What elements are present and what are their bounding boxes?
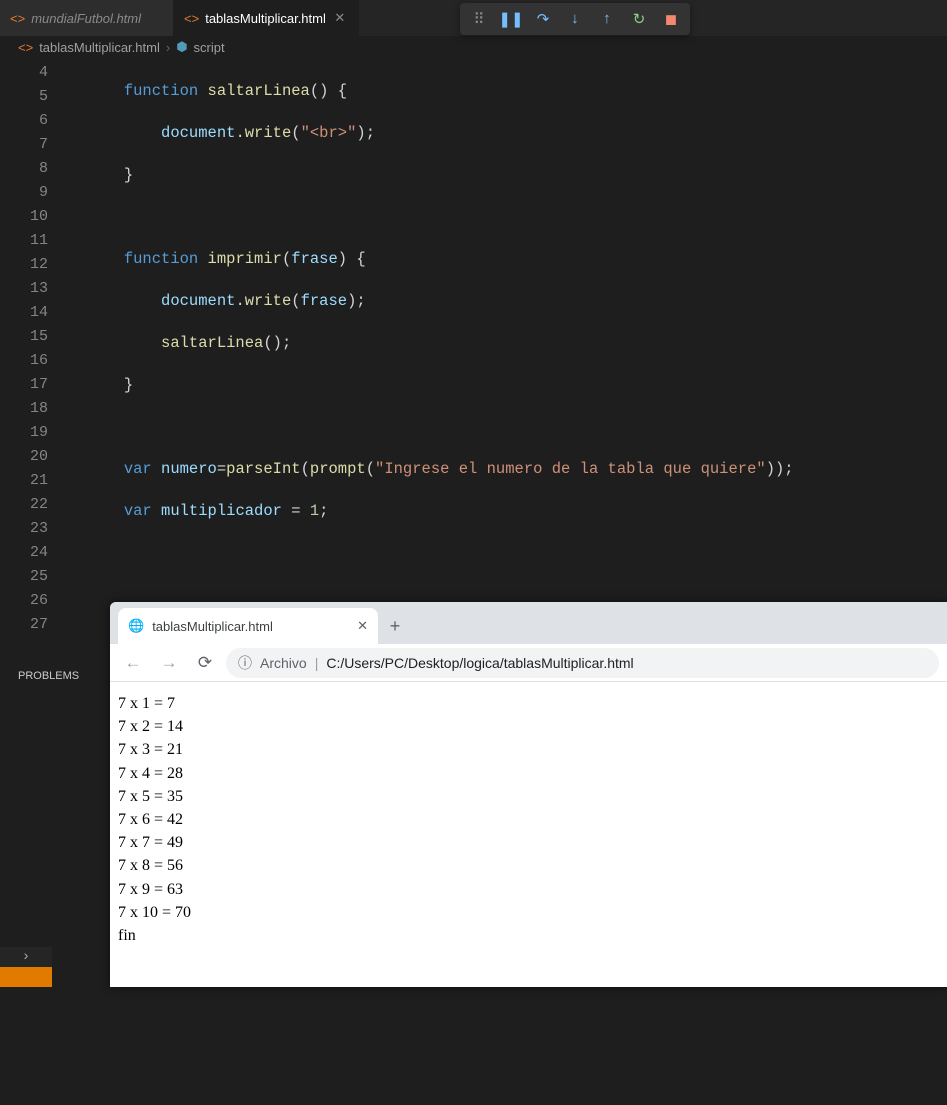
tab-tablasmultiplicar[interactable]: <> tablasMultiplicar.html ✕ <box>174 0 359 36</box>
output-line: 7 x 8 = 56 <box>118 854 939 877</box>
info-icon: ⓘ <box>238 653 252 673</box>
output-line: 7 x 1 = 7 <box>118 692 939 715</box>
html-file-icon: <> <box>10 11 25 26</box>
tab-close-icon[interactable]: ✕ <box>332 10 348 26</box>
tab-mundialfutbol[interactable]: <> mundialFutbol.html <box>0 0 174 36</box>
output-line: 7 x 7 = 49 <box>118 831 939 854</box>
close-icon[interactable]: ✕ <box>357 618 368 634</box>
problems-panel-tab[interactable]: PROBLEMS <box>0 656 110 696</box>
forward-button[interactable]: → <box>154 648 184 678</box>
back-button[interactable]: ← <box>118 648 148 678</box>
debug-drag-handle[interactable]: ⠿ <box>465 6 493 32</box>
breadcrumb-symbol: script <box>194 40 225 55</box>
page-content: 7 x 1 = 7 7 x 2 = 14 7 x 3 = 21 7 x 4 = … <box>110 682 947 957</box>
browser-toolbar: ← → ⟳ ⓘ Archivo | C:/Users/PC/Desktop/lo… <box>110 644 947 682</box>
new-tab-button[interactable]: + <box>378 608 412 644</box>
browser-tab[interactable]: 🌐 tablasMultiplicar.html ✕ <box>118 608 378 644</box>
html-file-icon: <> <box>184 11 199 26</box>
output-line: 7 x 4 = 28 <box>118 762 939 785</box>
line-number-gutter: 4567 891011 12131415 16171819 20212223 2… <box>0 58 68 658</box>
debug-stop-button[interactable]: ◼ <box>657 6 685 32</box>
output-line: 7 x 3 = 21 <box>118 738 939 761</box>
debug-toolbar: ⠿ ❚❚ ↷ ↓ ↑ ↻ ◼ <box>460 3 690 35</box>
output-line: 7 x 2 = 14 <box>118 715 939 738</box>
debug-stepin-button[interactable]: ↓ <box>561 6 589 32</box>
status-corner: › <box>0 947 52 987</box>
browser-tabs-strip: 🌐 tablasMultiplicar.html ✕ + <box>110 602 947 644</box>
output-line: 7 x 6 = 42 <box>118 808 939 831</box>
output-line: 7 x 10 = 70 <box>118 901 939 924</box>
html-file-icon: <> <box>18 40 33 55</box>
reload-button[interactable]: ⟳ <box>190 648 220 678</box>
tab-label: tablasMultiplicar.html <box>205 11 326 26</box>
status-bar-debug-indicator <box>0 967 52 987</box>
debug-restart-button[interactable]: ↻ <box>625 6 653 32</box>
debug-stepover-button[interactable]: ↷ <box>529 6 557 32</box>
breadcrumb[interactable]: <> tablasMultiplicar.html › ⬢ script <box>0 36 947 58</box>
chevron-right-icon: › <box>166 40 170 55</box>
browser-window: 🌐 tablasMultiplicar.html ✕ + ← → ⟳ ⓘ Arc… <box>110 602 947 987</box>
browser-tab-title: tablasMultiplicar.html <box>152 619 273 634</box>
debug-continue-button[interactable]: ❚❚ <box>497 6 525 32</box>
code-editor[interactable]: 4567 891011 12131415 16171819 20212223 2… <box>0 58 947 658</box>
url-path: C:/Users/PC/Desktop/logica/tablasMultipl… <box>326 655 633 671</box>
debug-stepout-button[interactable]: ↑ <box>593 6 621 32</box>
address-bar[interactable]: ⓘ Archivo | C:/Users/PC/Desktop/logica/t… <box>226 648 939 678</box>
editor-tabs-bar: <> mundialFutbol.html <> tablasMultiplic… <box>0 0 947 36</box>
script-symbol-icon: ⬢ <box>176 39 187 55</box>
output-line: fin <box>118 924 939 947</box>
url-scheme: Archivo <box>260 655 307 671</box>
output-line: 7 x 5 = 35 <box>118 785 939 808</box>
sidebar-expand-icon[interactable]: › <box>0 947 52 967</box>
globe-icon: 🌐 <box>128 618 144 634</box>
breadcrumb-file: tablasMultiplicar.html <box>39 40 160 55</box>
code-content[interactable]: function saltarLinea() { document.write(… <box>68 58 947 658</box>
tab-label: mundialFutbol.html <box>31 11 141 26</box>
output-line: 7 x 9 = 63 <box>118 878 939 901</box>
